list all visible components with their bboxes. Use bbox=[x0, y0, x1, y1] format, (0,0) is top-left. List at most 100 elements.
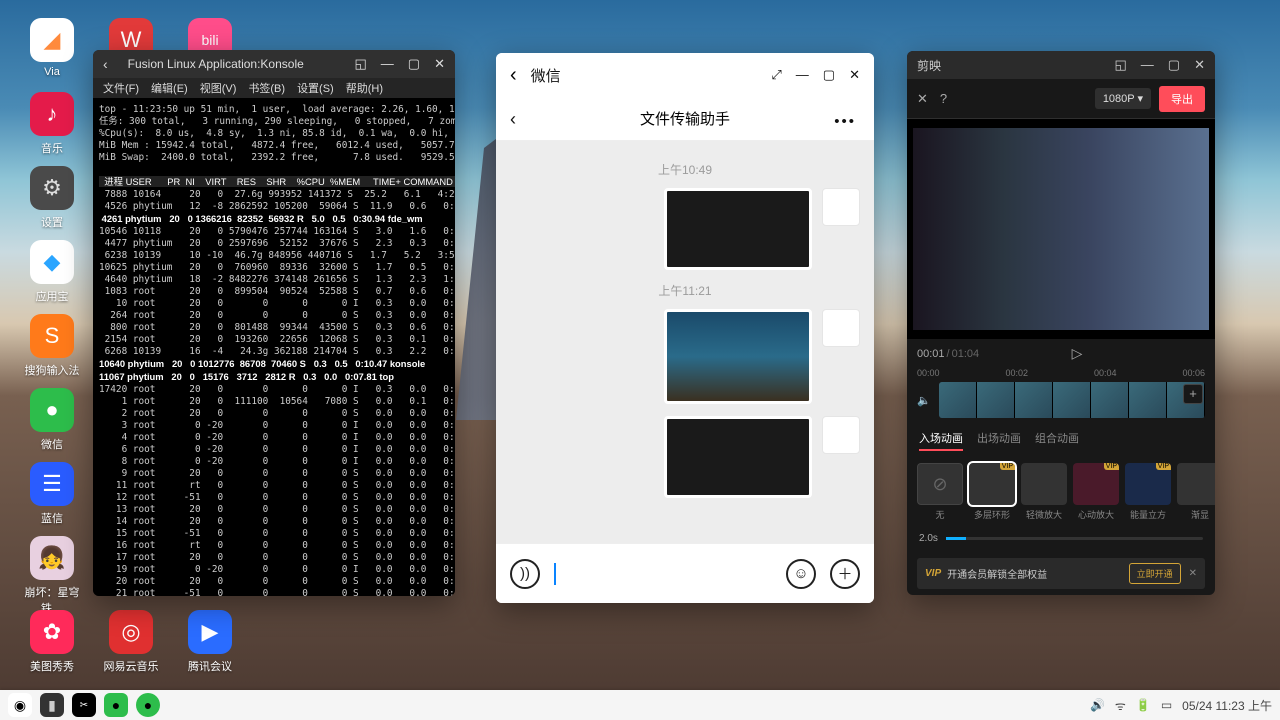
taskbar-wechat[interactable]: ● bbox=[136, 693, 160, 717]
konsole-titlebar[interactable]: ‹ Fusion Linux Application:Konsole ◱ — ▢… bbox=[93, 50, 455, 78]
chat-menu-icon[interactable]: ••• bbox=[834, 113, 856, 130]
tab-out-anim[interactable]: 出场动画 bbox=[977, 430, 1021, 451]
editor-title: 剪映 bbox=[917, 57, 941, 74]
chat-back-icon[interactable]: ‹ bbox=[510, 109, 516, 130]
editor-titlebar[interactable]: 剪映 ◱ — ▢ ✕ bbox=[907, 51, 1215, 79]
battery-icon[interactable]: 🔋 bbox=[1136, 698, 1151, 712]
wifi-icon[interactable]: ᯤ bbox=[1115, 697, 1126, 714]
app-tencent-meeting[interactable]: ▶腾讯会议 bbox=[180, 610, 240, 680]
taskbar-terminal[interactable]: ▮ bbox=[40, 693, 64, 717]
close-icon[interactable]: ✕ bbox=[1194, 57, 1205, 73]
tray-icon[interactable]: ▭ bbox=[1161, 698, 1172, 712]
restore-icon[interactable]: ◱ bbox=[1115, 57, 1127, 73]
tab-combo-anim[interactable]: 组合动画 bbox=[1035, 430, 1079, 451]
clock[interactable]: 05/24 11:23 上午 bbox=[1182, 697, 1272, 714]
app-honkai[interactable]: 👧崩坏：星穹铁… bbox=[22, 536, 82, 606]
konsole-window: ‹ Fusion Linux Application:Konsole ◱ — ▢… bbox=[93, 50, 455, 596]
maximize-icon[interactable]: ▢ bbox=[1168, 57, 1180, 73]
wechat-window: ‹ 微信 ⤢ — ▢ ✕ ‹ 文件传输助手 ••• 上午10:49 上午11:2… bbox=[496, 53, 874, 603]
avatar[interactable] bbox=[822, 416, 860, 454]
panel-footer[interactable]: 动画 ⌄ bbox=[907, 589, 1215, 595]
wechat-titlebar[interactable]: ‹ 微信 ⤢ — ▢ ✕ bbox=[496, 53, 874, 97]
menu-bookmarks[interactable]: 书签(B) bbox=[248, 80, 285, 96]
plus-icon[interactable]: ＋ bbox=[830, 559, 860, 589]
fx-item[interactable]: VIP多层环形 bbox=[969, 463, 1015, 521]
vip-text: 开通会员解锁全部权益 bbox=[947, 566, 1047, 581]
play-icon[interactable]: ▷ bbox=[1072, 345, 1083, 362]
menu-edit[interactable]: 编辑(E) bbox=[151, 80, 188, 96]
fx-item[interactable]: 轻微放大 bbox=[1021, 463, 1067, 521]
resolution-dropdown[interactable]: 1080P ▾ bbox=[1095, 88, 1151, 109]
minimize-icon[interactable]: — bbox=[796, 67, 809, 83]
app-wechat[interactable]: ●微信 bbox=[22, 388, 82, 458]
timeline-ruler: 00:00 00:02 00:04 00:06 bbox=[907, 368, 1215, 378]
chevron-down-icon[interactable]: ⌄ bbox=[1194, 593, 1203, 595]
vip-banner: VIP 开通会员解锁全部权益 立即开通 ✕ bbox=[917, 558, 1205, 589]
fx-item[interactable]: VIP能量立方 bbox=[1125, 463, 1171, 521]
video-preview[interactable] bbox=[907, 119, 1215, 339]
clip-thumb bbox=[1129, 382, 1167, 418]
close-icon[interactable]: ✕ bbox=[434, 56, 445, 72]
fx-item[interactable]: VIP心动放大 bbox=[1073, 463, 1119, 521]
app-music[interactable]: ♪音乐 bbox=[22, 92, 82, 162]
maximize-icon[interactable]: ▢ bbox=[408, 56, 420, 72]
help-icon[interactable]: ? bbox=[940, 91, 947, 106]
preview-canvas bbox=[913, 128, 1209, 330]
menu-help[interactable]: 帮助(H) bbox=[346, 80, 383, 96]
menu-file[interactable]: 文件(F) bbox=[103, 80, 139, 96]
fx-item[interactable]: 渐显 bbox=[1177, 463, 1215, 521]
app-appstore[interactable]: ◆应用宝 bbox=[22, 240, 82, 310]
clip-thumb bbox=[1053, 382, 1091, 418]
video-track[interactable]: + bbox=[939, 382, 1205, 418]
add-track-button[interactable]: + bbox=[1183, 384, 1203, 404]
close-icon[interactable]: ✕ bbox=[849, 67, 860, 83]
menu-view[interactable]: 视图(V) bbox=[200, 80, 237, 96]
message-image[interactable] bbox=[664, 416, 812, 498]
voice-icon[interactable]: )) bbox=[510, 559, 540, 589]
export-button[interactable]: 导出 bbox=[1159, 86, 1205, 112]
taskbar-app[interactable]: ● bbox=[104, 693, 128, 717]
duration-slider[interactable] bbox=[946, 537, 1203, 540]
avatar[interactable] bbox=[822, 309, 860, 347]
avatar[interactable] bbox=[822, 188, 860, 226]
app-meitu[interactable]: ✿美图秀秀 bbox=[22, 610, 82, 680]
animation-tabs: 入场动画 出场动画 组合动画 bbox=[907, 422, 1215, 459]
panel-close-icon[interactable]: ✕ bbox=[917, 91, 928, 107]
back-icon[interactable]: ‹ bbox=[510, 64, 517, 87]
restore-icon[interactable]: ◱ bbox=[355, 56, 367, 72]
lanxin-icon: ☰ bbox=[30, 462, 74, 506]
wechat-input-bar: )) ☺ ＋ bbox=[496, 543, 874, 603]
taskbar-capcut[interactable]: ✂ bbox=[72, 693, 96, 717]
taskbar-launcher[interactable]: ◉ bbox=[8, 693, 32, 717]
editor-window: 剪映 ◱ — ▢ ✕ ✕ ? 1080P ▾ 导出 00:01 / 01:04 … bbox=[907, 51, 1215, 595]
app-via[interactable]: ◢Via bbox=[22, 18, 82, 88]
timeline[interactable]: 🔈 + bbox=[907, 378, 1215, 422]
vip-close-icon[interactable]: ✕ bbox=[1189, 568, 1197, 579]
taskbar: ◉ ▮ ✂ ● ● 🔊 ᯤ 🔋 ▭ 05/24 11:23 上午 bbox=[0, 690, 1280, 720]
meitu-icon: ✿ bbox=[30, 610, 74, 654]
app-sogou[interactable]: S搜狗输入法 bbox=[22, 314, 82, 384]
emoji-icon[interactable]: ☺ bbox=[786, 559, 816, 589]
mute-icon[interactable]: 🔈 bbox=[917, 394, 931, 407]
message-image[interactable] bbox=[664, 188, 812, 270]
message-image[interactable] bbox=[664, 309, 812, 404]
app-netease[interactable]: ◎网易云音乐 bbox=[101, 610, 161, 680]
minimize-icon[interactable]: — bbox=[1141, 57, 1154, 73]
fx-none[interactable]: ⊘无 bbox=[917, 463, 963, 521]
expand-icon[interactable]: ⤢ bbox=[771, 67, 781, 83]
fx-list: ⊘无 VIP多层环形 轻微放大 VIP心动放大 VIP能量立方 渐显 2024 bbox=[907, 459, 1215, 525]
appstore-icon: ◆ bbox=[30, 240, 74, 284]
back-icon[interactable]: ‹ bbox=[103, 56, 108, 72]
app-settings[interactable]: ⚙设置 bbox=[22, 166, 82, 236]
message-input[interactable] bbox=[554, 563, 772, 585]
minimize-icon[interactable]: — bbox=[381, 56, 394, 72]
app-lanxin[interactable]: ☰蓝信 bbox=[22, 462, 82, 532]
volume-icon[interactable]: 🔊 bbox=[1090, 698, 1105, 712]
terminal-output[interactable]: top - 11:23:50 up 51 min, 1 user, load a… bbox=[93, 98, 455, 596]
konsole-title: Fusion Linux Application:Konsole bbox=[128, 57, 304, 71]
tab-in-anim[interactable]: 入场动画 bbox=[919, 430, 963, 451]
menu-settings[interactable]: 设置(S) bbox=[297, 80, 334, 96]
vip-cta-button[interactable]: 立即开通 bbox=[1129, 563, 1181, 584]
wechat-chat-body[interactable]: 上午10:49 上午11:21 bbox=[496, 141, 874, 543]
maximize-icon[interactable]: ▢ bbox=[823, 67, 835, 83]
